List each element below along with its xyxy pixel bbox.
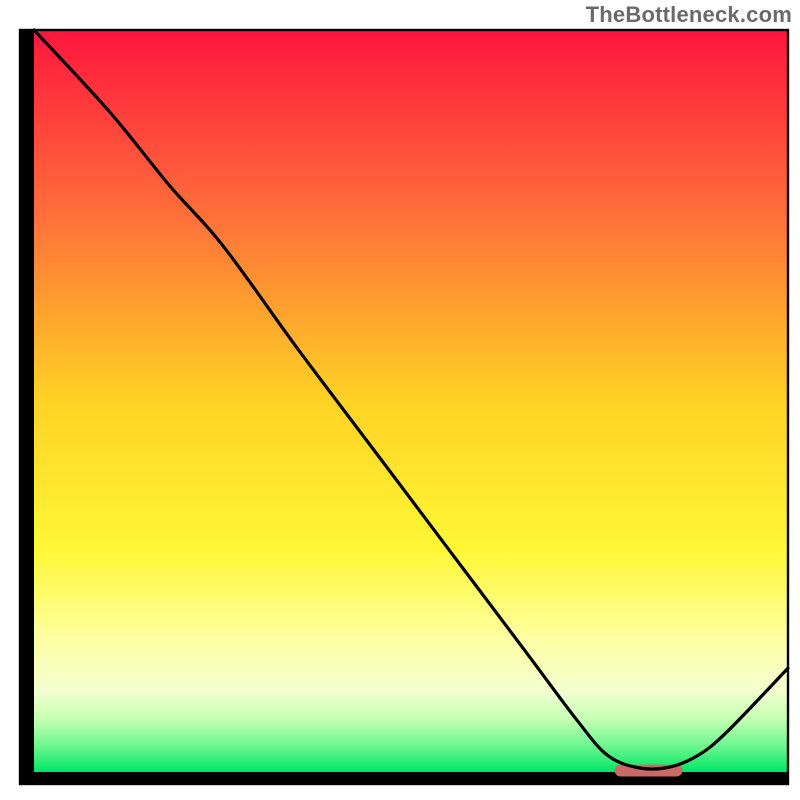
axis-left-band <box>20 30 34 784</box>
gradient-background <box>34 30 788 772</box>
chart-stage: TheBottleneck.com <box>0 0 800 800</box>
bottleneck-chart <box>0 0 800 800</box>
